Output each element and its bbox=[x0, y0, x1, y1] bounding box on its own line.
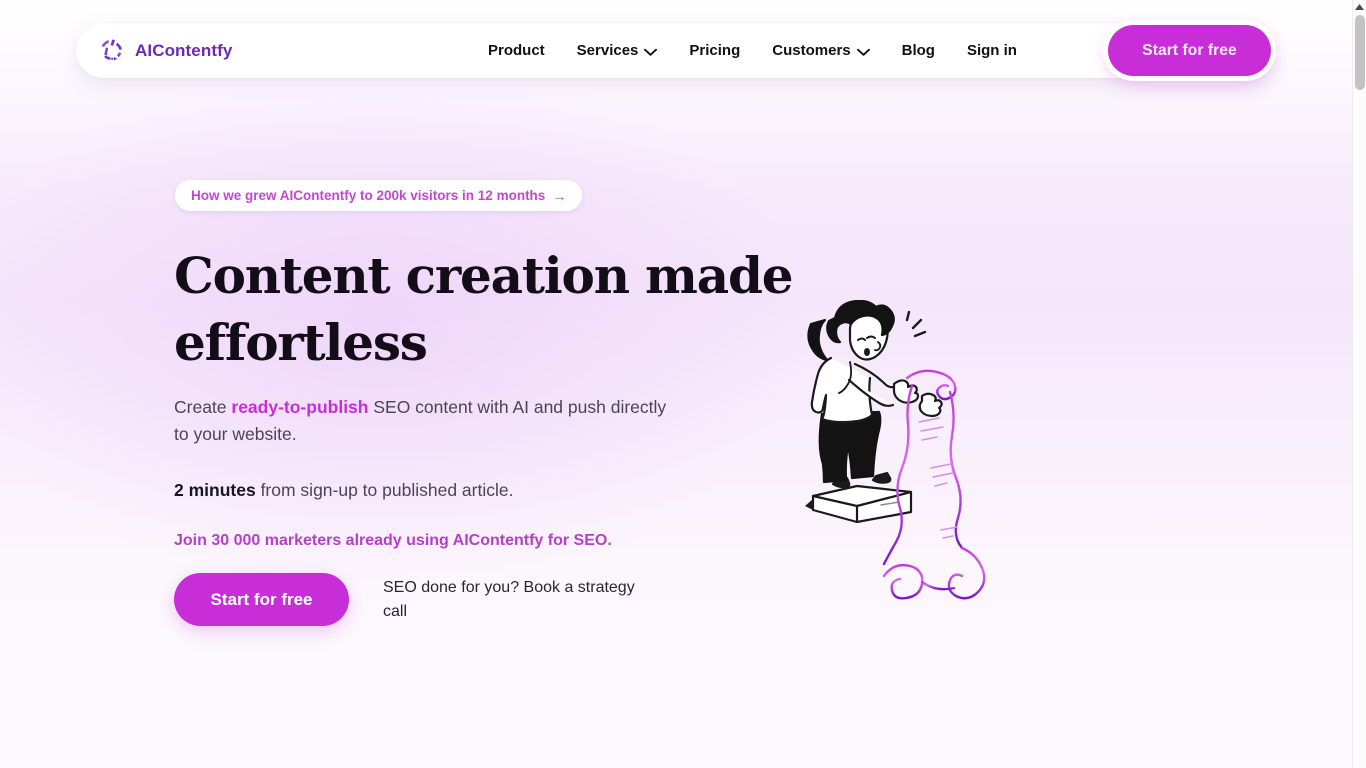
header-start-for-free-button[interactable]: Start for free bbox=[1108, 25, 1271, 76]
chevron-down-icon bbox=[856, 48, 870, 56]
hero-cta-row: Start for free SEO done for you? Book a … bbox=[174, 573, 653, 626]
arrow-right-icon: → bbox=[552, 187, 567, 204]
brand-logo-link[interactable]: AIContentfy bbox=[96, 36, 232, 66]
hero-subheadline: Create ready-to-publish SEO content with… bbox=[174, 394, 674, 449]
brand-name: AIContentfy bbox=[135, 40, 233, 60]
scrollbar-thumb[interactable] bbox=[1355, 15, 1365, 90]
announcement-badge-text: How we grew AIContentfy to 200k visitors… bbox=[191, 188, 546, 203]
site-header: AIContentfy Product Services Pricing Cus… bbox=[76, 23, 1272, 78]
nav-item-services[interactable]: Services bbox=[561, 23, 674, 78]
nav-label: Blog bbox=[901, 42, 935, 59]
scroll-up-arrow-icon[interactable] bbox=[1353, 0, 1366, 14]
circular-segments-logo-icon bbox=[101, 38, 122, 60]
hero-social-proof: Join 30 000 marketers already using AICo… bbox=[174, 532, 612, 549]
nav-label: Pricing bbox=[689, 42, 741, 59]
nav-label: Product bbox=[488, 42, 545, 59]
page-title: Content creation made effortless bbox=[174, 246, 794, 372]
woman-on-box-holding-long-scroll-illustration bbox=[805, 300, 986, 600]
nav-item-product[interactable]: Product bbox=[488, 23, 561, 78]
hero-section: How we grew AIContentfy to 200k visitors… bbox=[0, 0, 1352, 768]
nav-item-customers[interactable]: Customers bbox=[756, 23, 885, 78]
vertical-scrollbar[interactable] bbox=[1352, 0, 1366, 768]
hero-start-for-free-button[interactable]: Start for free bbox=[174, 573, 349, 626]
announcement-badge[interactable]: How we grew AIContentfy to 200k visitors… bbox=[175, 180, 583, 211]
nav-label: Sign in bbox=[966, 42, 1017, 59]
nav-item-pricing[interactable]: Pricing bbox=[673, 23, 756, 78]
speed-rest: from sign-up to published article. bbox=[255, 480, 514, 500]
nav-item-sign-in[interactable]: Sign in bbox=[951, 23, 1033, 78]
nav-label: Customers bbox=[772, 42, 851, 59]
book-strategy-call-link[interactable]: SEO done for you? Book a strategy call bbox=[383, 576, 653, 622]
speed-bold: 2 minutes bbox=[174, 480, 256, 500]
hero-speed-line: 2 minutes from sign-up to published arti… bbox=[174, 477, 694, 503]
chevron-down-icon bbox=[644, 48, 658, 56]
nav-item-blog[interactable]: Blog bbox=[886, 23, 951, 78]
nav-label: Services bbox=[576, 42, 639, 59]
main-navigation: Product Services Pricing Customers Blog … bbox=[488, 23, 1033, 78]
sub-highlight: ready-to-publish bbox=[231, 397, 369, 417]
sub-before: Create bbox=[174, 397, 232, 417]
